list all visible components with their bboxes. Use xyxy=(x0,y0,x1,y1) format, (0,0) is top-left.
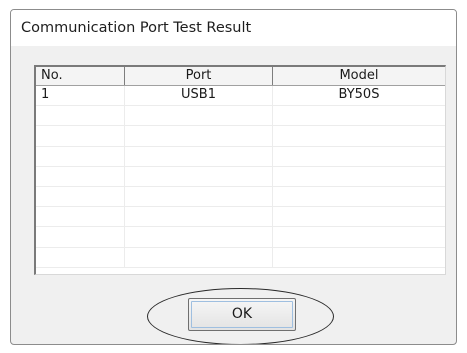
cell-no xyxy=(36,227,125,247)
cell-model xyxy=(273,187,445,206)
ok-button[interactable]: OK xyxy=(188,298,296,331)
list-rows: 1 USB1 BY50S xyxy=(36,86,445,268)
table-row xyxy=(36,146,445,167)
cell-model xyxy=(273,147,445,166)
cell-port xyxy=(125,207,273,227)
table-row xyxy=(36,227,445,248)
cell-model xyxy=(273,227,445,246)
cell-no xyxy=(36,106,125,126)
cell-port xyxy=(125,126,273,146)
cell-no xyxy=(36,126,125,146)
cell-no xyxy=(36,247,125,267)
cell-no xyxy=(36,166,125,186)
test-result-dialog: Communication Port Test Result No. Port … xyxy=(10,9,457,345)
cell-model xyxy=(273,126,445,145)
cell-port xyxy=(125,166,273,186)
table-row xyxy=(36,186,445,208)
list-header: No. Port Model xyxy=(36,67,445,86)
cell-no: 1 xyxy=(36,86,125,106)
cell-model xyxy=(273,207,445,226)
dialog-title: Communication Port Test Result xyxy=(21,20,252,36)
cell-model xyxy=(273,106,445,125)
port-result-list[interactable]: No. Port Model 1 USB1 BY50S xyxy=(34,65,446,275)
cell-port xyxy=(125,227,273,247)
cell-port: USB1 xyxy=(125,86,273,106)
table-row xyxy=(36,166,445,187)
cell-port xyxy=(125,146,273,166)
cell-port xyxy=(125,247,273,267)
cell-no xyxy=(36,207,125,227)
table-row xyxy=(36,207,445,228)
cell-model: BY50S xyxy=(273,86,445,105)
cell-model xyxy=(273,167,445,186)
cell-no xyxy=(36,186,125,207)
cell-port xyxy=(125,186,273,207)
cell-port xyxy=(125,106,273,126)
ok-button-label: OK xyxy=(231,306,253,322)
table-row xyxy=(36,106,445,127)
table-row xyxy=(36,126,445,147)
title-bar[interactable]: Communication Port Test Result xyxy=(11,10,456,46)
column-header-no[interactable]: No. xyxy=(36,67,125,85)
cell-no xyxy=(36,146,125,166)
table-row[interactable]: 1 USB1 BY50S xyxy=(36,86,445,107)
column-header-model[interactable]: Model xyxy=(273,67,445,85)
table-row xyxy=(36,247,445,268)
cell-model xyxy=(273,248,445,267)
column-header-port[interactable]: Port xyxy=(125,67,273,85)
